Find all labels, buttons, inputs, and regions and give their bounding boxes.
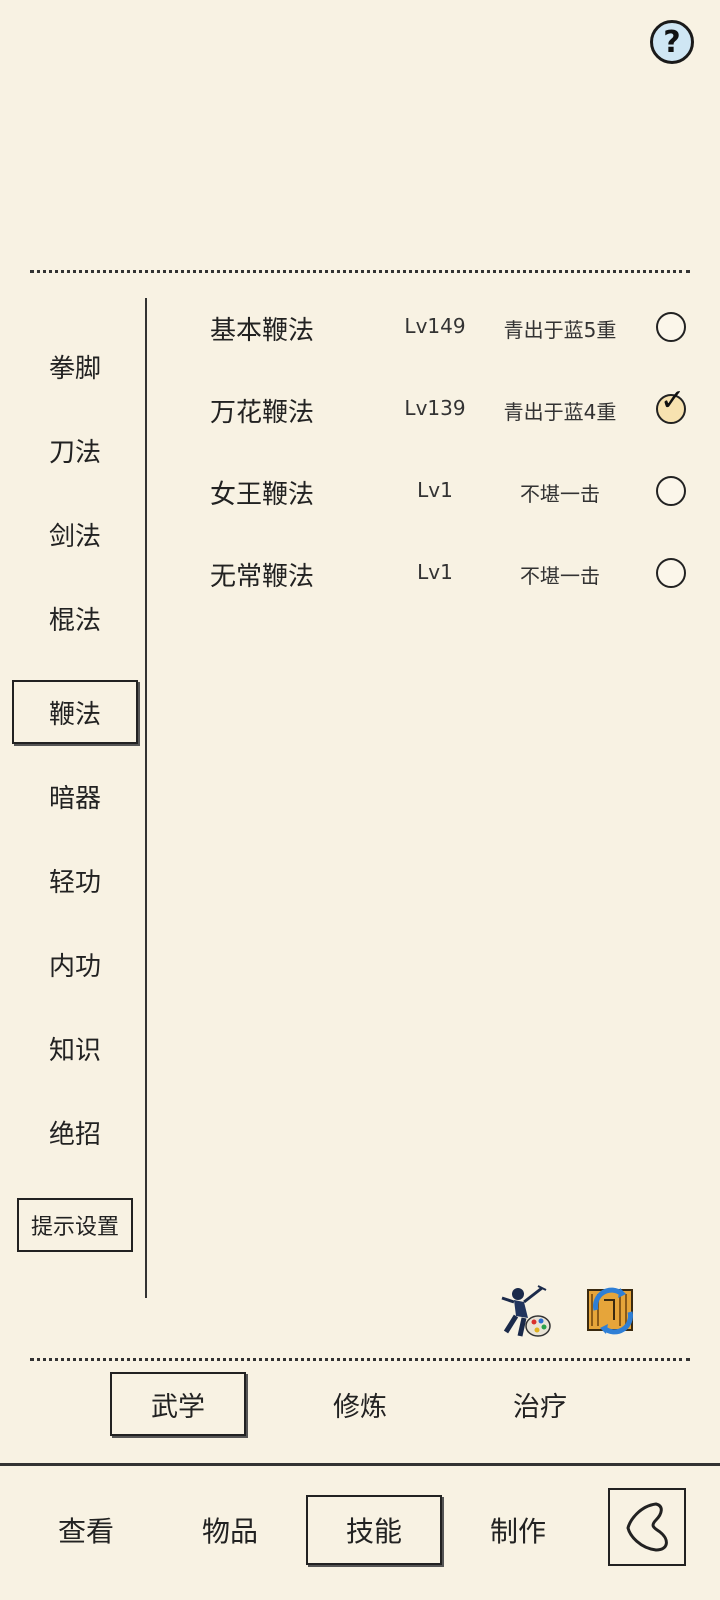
- tab-training[interactable]: 修炼: [292, 1372, 428, 1436]
- nav-item-inner-skill[interactable]: 内功: [12, 932, 138, 996]
- skill-rank: 青出于蓝5重: [503, 318, 617, 342]
- nav-item-hidden-weapon[interactable]: 暗器: [12, 764, 138, 828]
- nav-item-label: 绝招: [48, 1119, 101, 1150]
- nav-item-label: 内功: [48, 951, 101, 982]
- skill-rank: 不堪一击: [520, 564, 600, 588]
- tab-label: 武学: [151, 1391, 205, 1423]
- nav-item-ultimate[interactable]: 绝招: [12, 1100, 138, 1164]
- nav-item-blade[interactable]: 刀法: [12, 418, 138, 482]
- nav-item-whip[interactable]: 鞭法: [12, 680, 138, 744]
- tab-healing[interactable]: 治疗: [472, 1372, 608, 1436]
- skill-level: Lv1: [417, 478, 453, 502]
- skill-select-radio[interactable]: [656, 312, 686, 342]
- tab-label: 技能: [345, 1515, 402, 1548]
- skill-row[interactable]: 万花鞭法 Lv139 青出于蓝4重 ✓: [160, 380, 700, 440]
- nav-item-knowledge[interactable]: 知识: [12, 1016, 138, 1080]
- help-button[interactable]: ?: [650, 20, 694, 64]
- book-swap-icon[interactable]: [582, 1280, 644, 1342]
- checkmark-icon: ✓: [660, 383, 686, 418]
- tab-martial-arts[interactable]: 武学: [110, 1372, 246, 1436]
- tab-label: 修炼: [333, 1391, 387, 1423]
- nav-item-fist[interactable]: 拳脚: [12, 334, 138, 398]
- nav-item-label: 暗器: [48, 783, 101, 814]
- back-arrow-icon: [626, 1502, 668, 1552]
- skills-screen: ? 拳脚 刀法 剑法 棍法 鞭法 暗器 轻功 内功 知识 绝招 提示设置 基本鞭…: [0, 0, 720, 1600]
- martial-arts-palette-icon[interactable]: [494, 1280, 556, 1342]
- skill-level: Lv139: [404, 396, 466, 420]
- skill-select-radio[interactable]: [656, 476, 686, 506]
- tab-label: 制作: [489, 1515, 546, 1548]
- tab-label: 治疗: [513, 1391, 567, 1423]
- skill-select-radio[interactable]: ✓: [656, 386, 686, 424]
- nav-item-label: 知识: [48, 1035, 101, 1066]
- tab-items[interactable]: 物品: [162, 1495, 298, 1565]
- bottom-bar-separator: [0, 1463, 720, 1466]
- skill-name: 女王鞭法: [210, 480, 315, 510]
- tab-label: 物品: [201, 1515, 258, 1548]
- nav-item-label: 刀法: [48, 437, 101, 468]
- question-icon: ?: [663, 24, 681, 60]
- tab-skills[interactable]: 技能: [306, 1495, 442, 1565]
- skill-select-radio[interactable]: [656, 558, 686, 588]
- nav-item-label: 鞭法: [48, 699, 101, 730]
- skill-row[interactable]: 基本鞭法 Lv149 青出于蓝5重: [160, 298, 700, 358]
- skill-rank: 不堪一击: [520, 482, 600, 506]
- skill-name: 基本鞭法: [210, 316, 315, 346]
- back-button[interactable]: [608, 1488, 686, 1566]
- top-divider: [30, 270, 690, 273]
- nav-item-staff[interactable]: 棍法: [12, 586, 138, 650]
- nav-item-label: 剑法: [48, 521, 101, 552]
- tab-crafting[interactable]: 制作: [450, 1495, 586, 1565]
- skill-name: 无常鞭法: [210, 562, 315, 592]
- nav-item-label: 棍法: [48, 605, 101, 636]
- nav-item-label: 拳脚: [48, 353, 101, 384]
- skill-row[interactable]: 无常鞭法 Lv1 不堪一击: [160, 544, 700, 604]
- tab-label: 查看: [57, 1515, 114, 1548]
- bottom-divider: [30, 1358, 690, 1361]
- tab-view[interactable]: 查看: [18, 1495, 154, 1565]
- skill-name: 万花鞭法: [210, 398, 315, 428]
- hint-settings-button[interactable]: 提示设置: [17, 1198, 133, 1252]
- skill-level: Lv1: [417, 560, 453, 584]
- skill-rank: 青出于蓝4重: [503, 400, 617, 424]
- nav-item-lightness[interactable]: 轻功: [12, 848, 138, 912]
- hint-settings-label: 提示设置: [30, 1215, 119, 1240]
- skill-row[interactable]: 女王鞭法 Lv1 不堪一击: [160, 462, 700, 522]
- nav-divider: [145, 298, 147, 1298]
- nav-item-label: 轻功: [48, 867, 101, 898]
- nav-item-sword[interactable]: 剑法: [12, 502, 138, 566]
- skill-level: Lv149: [404, 314, 466, 338]
